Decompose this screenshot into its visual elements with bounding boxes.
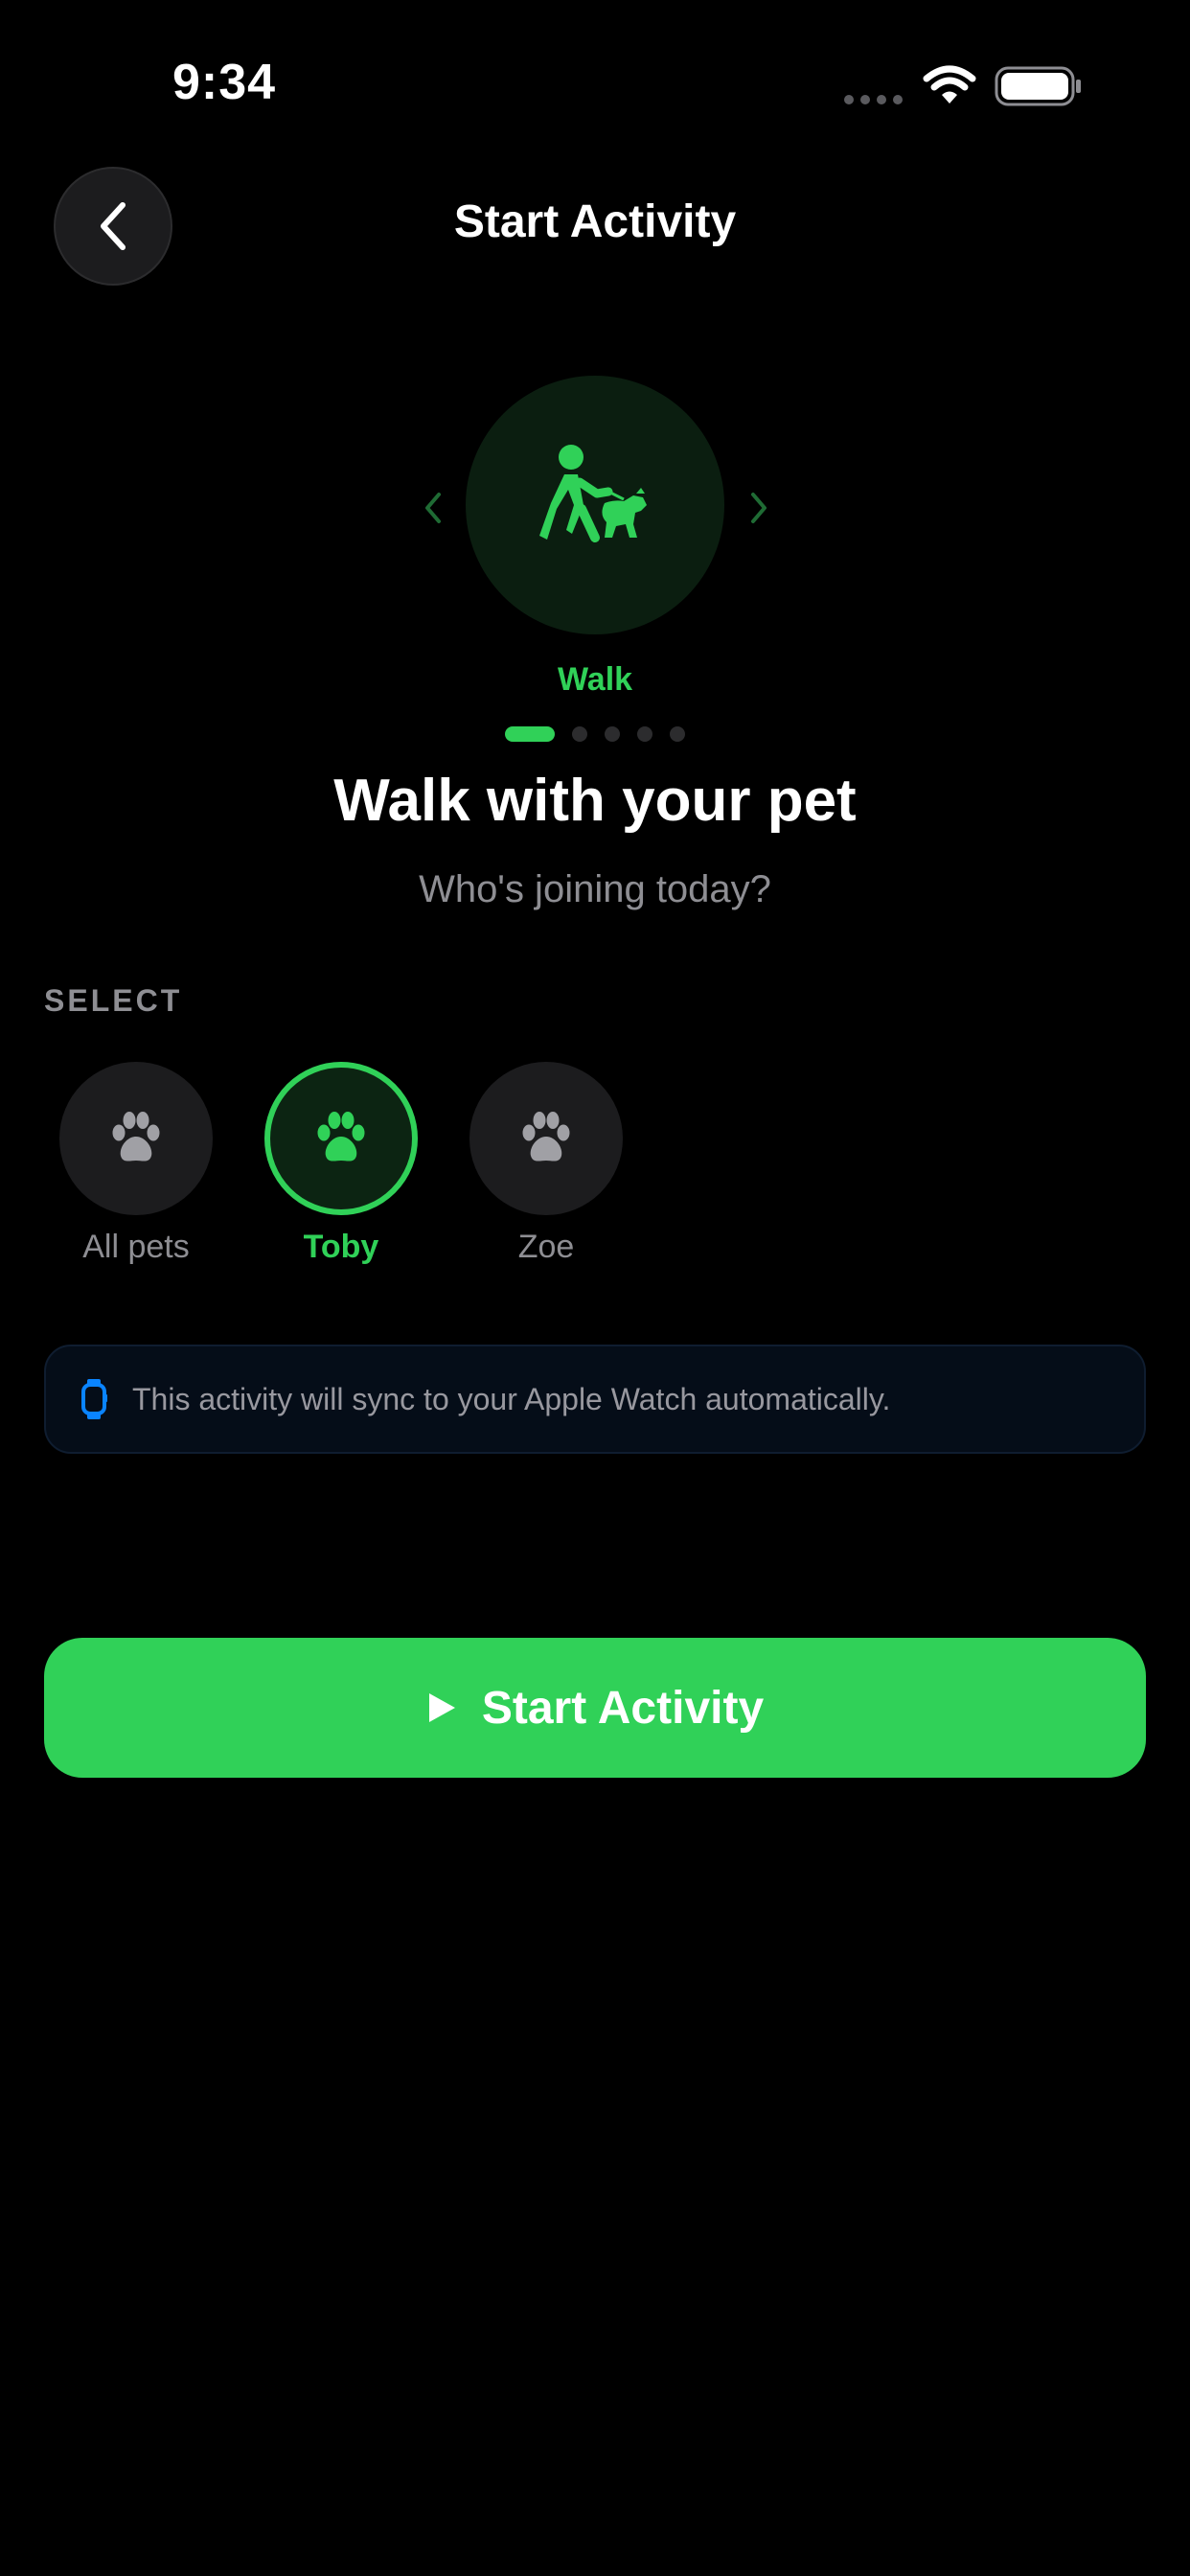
paw-icon (317, 1112, 365, 1162)
activity-icon-circle[interactable] (466, 376, 724, 634)
pet-name: All pets (82, 1229, 190, 1265)
next-activity-button[interactable] (740, 487, 778, 529)
page-dot[interactable] (670, 726, 685, 742)
pet-option-zoe[interactable]: Zoe (469, 1062, 623, 1266)
pet-option-toby[interactable]: Toby (264, 1062, 418, 1266)
pet-avatar (469, 1062, 623, 1215)
page-title: Start Activity (453, 196, 737, 247)
pet-avatar (59, 1062, 213, 1215)
apple-watch-icon (81, 1379, 107, 1419)
activity-label: Walk (557, 661, 633, 698)
play-icon (428, 1693, 455, 1722)
previous-activity-button[interactable] (414, 487, 452, 529)
activity-page-indicator[interactable] (0, 726, 1190, 742)
pet-option-all-pets[interactable]: All pets (59, 1062, 213, 1266)
paw-icon (112, 1112, 160, 1162)
battery-icon (995, 66, 1081, 106)
activity-headline: Walk with your pet (333, 768, 857, 834)
page-dot[interactable] (572, 726, 587, 742)
start-activity-button[interactable]: Start Activity (44, 1638, 1146, 1778)
paw-icon (522, 1112, 570, 1162)
page-dot-active[interactable] (505, 726, 555, 742)
page-dot[interactable] (637, 726, 652, 742)
watch-sync-banner: This activity will sync to your Apple Wa… (44, 1345, 1146, 1454)
watch-sync-text: This activity will sync to your Apple Wa… (132, 1381, 891, 1416)
start-activity-label: Start Activity (481, 1682, 765, 1734)
pet-name: Zoe (517, 1229, 575, 1265)
pet-name: Toby (303, 1229, 379, 1265)
select-section-label: SELECT (44, 983, 183, 1018)
page-dot[interactable] (605, 726, 620, 742)
person-walking-dog-icon (539, 445, 647, 542)
wifi-icon (923, 65, 976, 104)
pet-avatar-selected (264, 1062, 418, 1215)
activity-subheadline: Who's joining today? (419, 868, 771, 910)
status-time: 9:34 (172, 55, 277, 110)
cellular-signal-icon (844, 95, 903, 104)
